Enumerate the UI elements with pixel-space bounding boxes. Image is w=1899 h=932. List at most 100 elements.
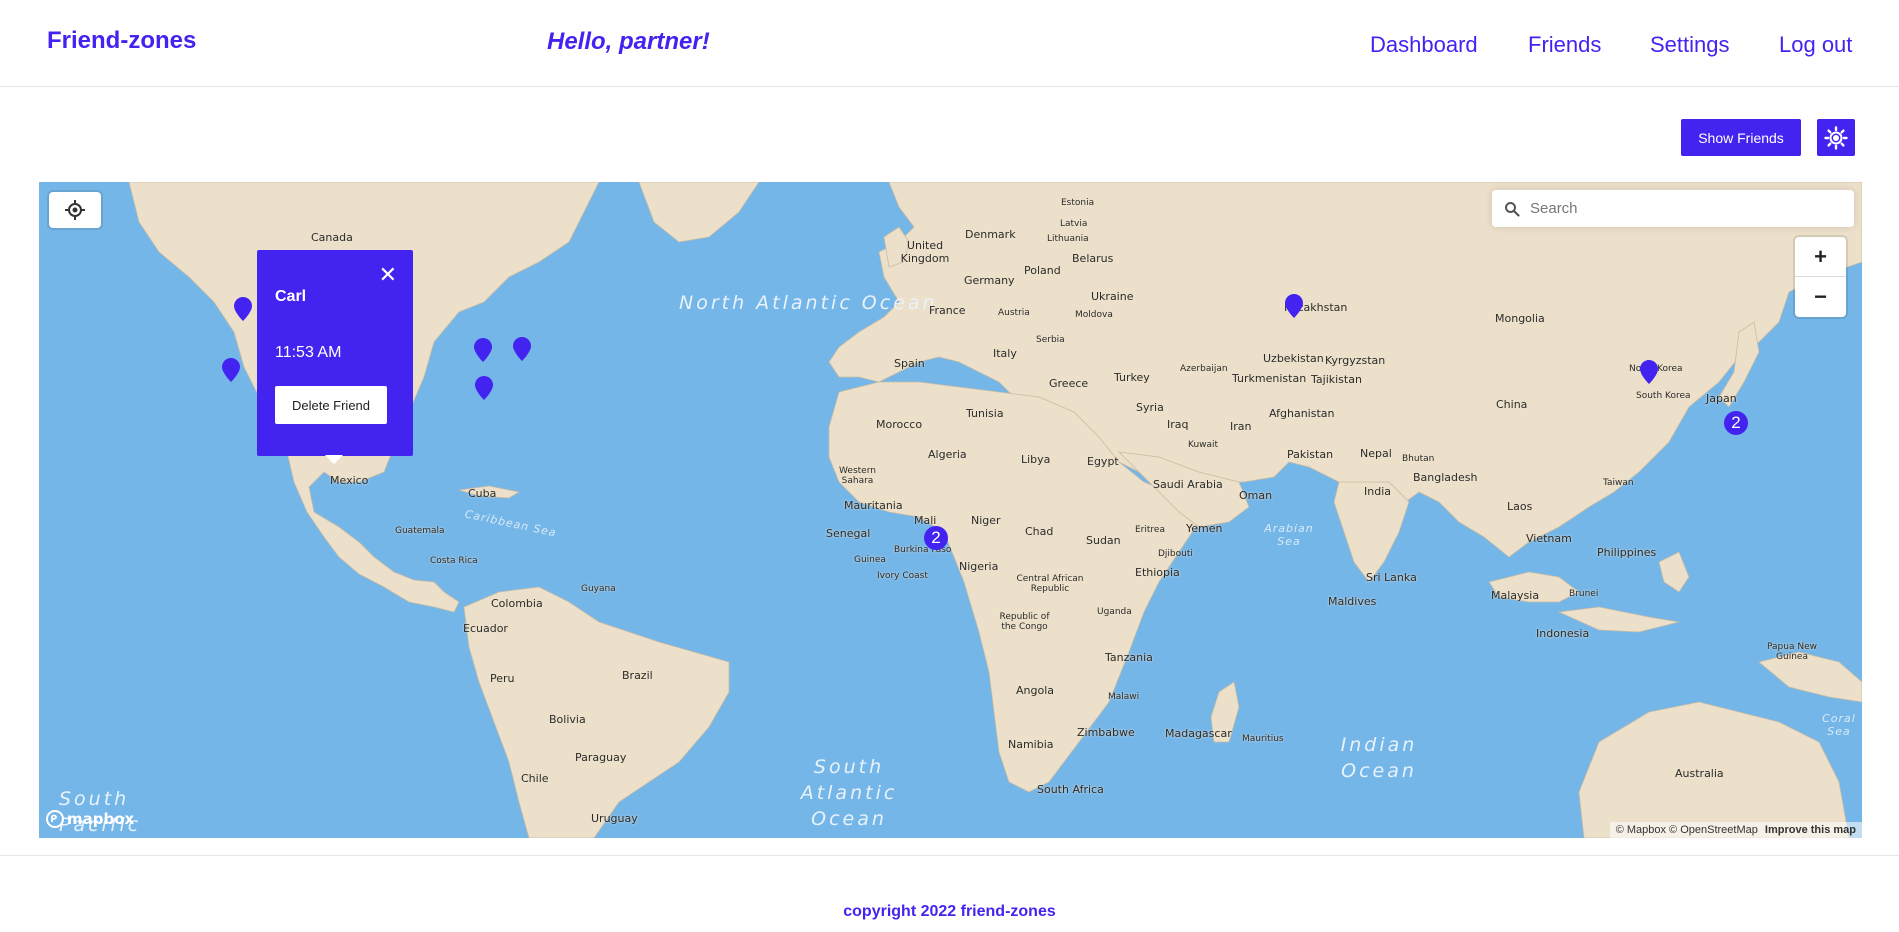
world-map[interactable]: North Atlantic Ocean South Atlantic Ocea…	[39, 182, 1862, 838]
place-label: Uzbekistan	[1263, 352, 1324, 365]
place-label: Guyana	[581, 584, 616, 594]
place-label: Mexico	[330, 474, 369, 487]
nav-settings-link[interactable]: Settings	[1650, 32, 1730, 58]
friend-marker[interactable]	[475, 376, 493, 400]
place-label: Moldova	[1075, 310, 1113, 320]
ocean-label-north-atlantic: North Atlantic Ocean	[679, 292, 938, 314]
place-label: Iraq	[1167, 418, 1189, 431]
friend-marker[interactable]	[222, 358, 240, 382]
attribution-text[interactable]: © Mapbox © OpenStreetMap	[1616, 824, 1758, 836]
mapbox-logo[interactable]: mapbox	[46, 810, 134, 828]
place-label: United Kingdom	[900, 239, 950, 265]
place-label: Sri Lanka	[1366, 571, 1417, 584]
place-label: Lithuania	[1047, 234, 1089, 244]
zoom-out-button[interactable]: −	[1795, 277, 1846, 317]
friend-name: Carl	[275, 288, 307, 305]
place-label: Kyrgyzstan	[1325, 354, 1386, 367]
search-icon	[1502, 199, 1522, 219]
place-label: France	[929, 304, 966, 317]
place-label: Paraguay	[575, 751, 627, 764]
place-label: Malawi	[1108, 692, 1140, 702]
place-label: Sudan	[1086, 534, 1121, 547]
place-label: Iran	[1230, 420, 1252, 433]
friend-marker[interactable]	[513, 337, 531, 361]
mapbox-logo-icon	[46, 810, 64, 828]
place-label: Ukraine	[1091, 290, 1134, 303]
place-label: Cuba	[468, 487, 497, 500]
nav-logout-link[interactable]: Log out	[1779, 32, 1852, 58]
place-label: Egypt	[1087, 455, 1119, 468]
place-label: Central African Republic	[1016, 574, 1084, 594]
place-label: Mongolia	[1495, 312, 1545, 325]
place-label: Belarus	[1072, 252, 1114, 265]
place-label: Chad	[1025, 525, 1054, 538]
friend-marker[interactable]	[1640, 360, 1658, 384]
place-label: Spain	[894, 357, 925, 370]
sea-label-arabian: Arabian Sea	[1264, 522, 1314, 548]
show-friends-button[interactable]: Show Friends	[1681, 119, 1801, 156]
place-label: Saudi Arabia	[1153, 478, 1223, 491]
place-label: Mauritius	[1242, 734, 1284, 744]
place-label: Namibia	[1008, 738, 1054, 751]
footer-divider	[0, 855, 1899, 856]
ocean-label-indian: Indian Ocean	[1340, 734, 1418, 782]
popup-close-button[interactable]: ✕	[379, 264, 397, 286]
friend-cluster-marker[interactable]: 2	[1724, 411, 1748, 435]
place-label: Uganda	[1097, 607, 1132, 617]
place-label: Nigeria	[959, 560, 999, 573]
place-label: Turkmenistan	[1232, 372, 1307, 385]
ocean-label-south-atlantic: South Atlantic Ocean	[800, 756, 898, 830]
place-label: Taiwan	[1603, 478, 1634, 488]
place-label: Australia	[1675, 767, 1724, 780]
place-label: Senegal	[826, 527, 871, 540]
mapbox-logo-text: mapbox	[67, 810, 135, 828]
top-nav-bar: Friend-zones Hello, partner! Dashboard F…	[0, 0, 1899, 87]
place-label: Vietnam	[1526, 532, 1572, 545]
place-label: Republic of the Congo	[999, 612, 1050, 632]
map-search-input[interactable]	[1530, 200, 1840, 217]
friend-marker[interactable]	[1285, 294, 1303, 318]
place-label: Philippines	[1597, 546, 1657, 559]
place-label: Maldives	[1328, 595, 1377, 608]
place-label: Japan	[1706, 392, 1737, 405]
friend-marker[interactable]	[474, 338, 492, 362]
place-label: Guatemala	[395, 526, 445, 536]
place-label: Chile	[521, 772, 549, 785]
place-label: Tanzania	[1105, 651, 1153, 664]
nav-dashboard-link[interactable]: Dashboard	[1370, 32, 1478, 58]
place-label: Pakistan	[1287, 448, 1334, 461]
place-label: Papua New Guinea	[1767, 642, 1817, 662]
place-label: Bolivia	[549, 713, 586, 726]
theme-toggle-button[interactable]	[1817, 119, 1855, 156]
zoom-in-button[interactable]: +	[1795, 237, 1846, 277]
place-label: Bhutan	[1402, 454, 1435, 464]
place-label: Denmark	[965, 228, 1016, 241]
place-label: Madagascar	[1165, 727, 1232, 740]
friend-cluster-marker[interactable]: 2	[924, 526, 948, 550]
place-label: Afghanistan	[1269, 407, 1335, 420]
place-label: Turkey	[1114, 371, 1150, 384]
crosshair-icon	[65, 200, 85, 220]
nav-friends-link[interactable]: Friends	[1528, 32, 1601, 58]
place-label: Algeria	[928, 448, 967, 461]
place-label: Niger	[971, 514, 1001, 527]
place-label: Poland	[1024, 264, 1061, 277]
improve-map-link[interactable]: Improve this map	[1765, 824, 1856, 836]
place-label: India	[1364, 485, 1391, 498]
friend-marker[interactable]	[234, 297, 252, 321]
brand-logo-text[interactable]: Friend-zones	[47, 27, 196, 55]
place-label: Costa Rica	[430, 556, 478, 566]
place-label: Ivory Coast	[877, 571, 928, 581]
place-label: Estonia	[1061, 198, 1095, 208]
place-label: Kuwait	[1188, 440, 1219, 450]
place-label: Laos	[1507, 500, 1533, 513]
place-label: Oman	[1239, 489, 1273, 502]
place-label: Syria	[1136, 401, 1164, 414]
geolocate-button[interactable]	[49, 192, 101, 228]
delete-friend-button[interactable]: Delete Friend	[275, 386, 387, 424]
zoom-controls: + −	[1795, 237, 1846, 317]
place-label: Yemen	[1186, 522, 1223, 535]
place-label: Italy	[993, 347, 1017, 360]
place-label: Brunei	[1569, 589, 1599, 599]
place-label: Djibouti	[1158, 549, 1193, 559]
